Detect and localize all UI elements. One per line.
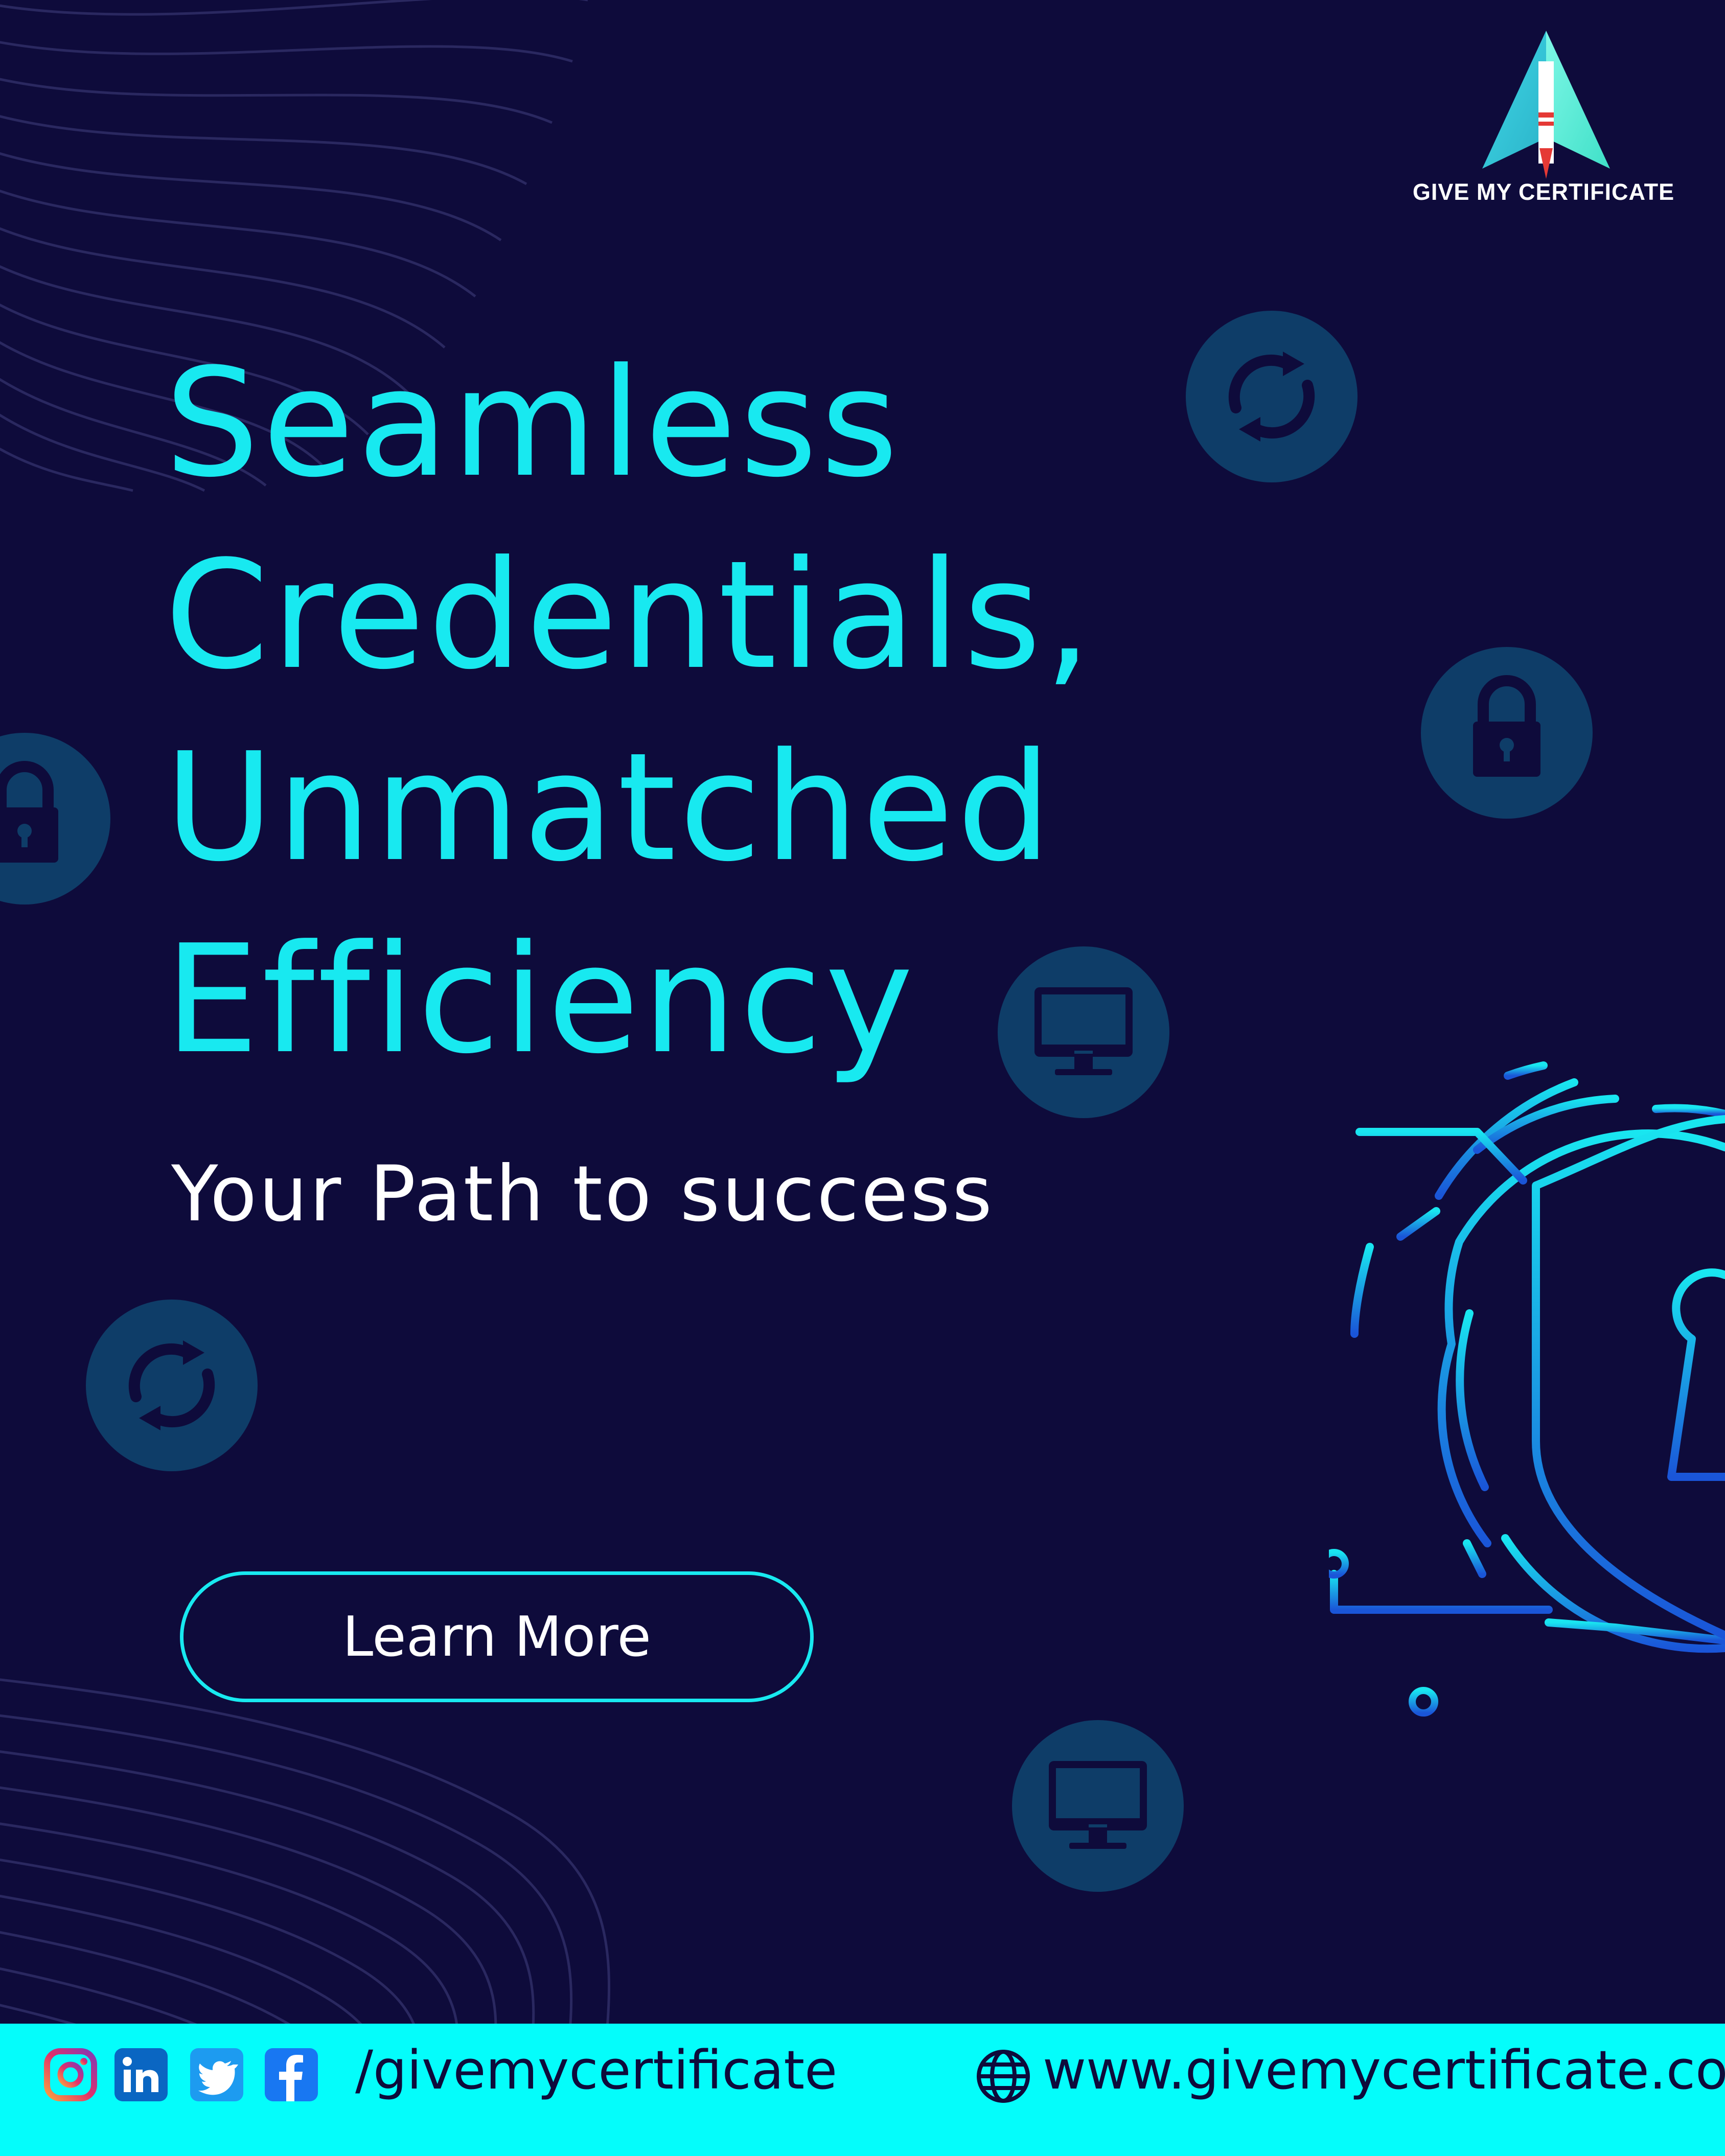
headline-line: Seamless	[165, 336, 902, 510]
headline: Seamless Credentials, Unmatched Efficien…	[165, 327, 1187, 1096]
facebook-icon[interactable]	[265, 2048, 318, 2101]
paper-plane-certificate-icon	[1482, 31, 1610, 179]
instagram-icon[interactable]	[44, 2048, 97, 2101]
footer-bar: /givemycertificate www.givemycertificate…	[0, 2024, 1725, 2156]
monitor-icon	[1012, 1720, 1184, 1892]
brand-name: GIVE MY CERTIFICATE	[1412, 179, 1675, 205]
globe-icon	[977, 2050, 1030, 2103]
tagline: Your Path to success	[171, 1150, 995, 1239]
headline-line: Credentials,	[165, 528, 1095, 702]
social-handle[interactable]: /givemycertificate	[355, 2039, 837, 2101]
twitter-icon[interactable]	[190, 2048, 243, 2101]
refresh-icon	[86, 1300, 258, 1471]
brand-logo[interactable]: GIVE MY CERTIFICATE	[1400, 26, 1687, 220]
headline-line: Unmatched	[165, 721, 1055, 894]
poster: GIVE MY CERTIFICATE Seamless Credentials…	[0, 0, 1725, 2156]
linkedin-icon[interactable]	[114, 2048, 168, 2101]
headline-line: Efficiency	[165, 913, 916, 1086]
learn-more-button[interactable]: Learn More	[180, 1571, 814, 1702]
shield-keyhole-icon	[1329, 1061, 1725, 1717]
lock-icon	[1421, 647, 1593, 819]
lock-icon	[0, 733, 110, 905]
website-link[interactable]: www.givemycertificate.com	[1043, 2039, 1725, 2101]
refresh-icon	[1186, 311, 1358, 482]
